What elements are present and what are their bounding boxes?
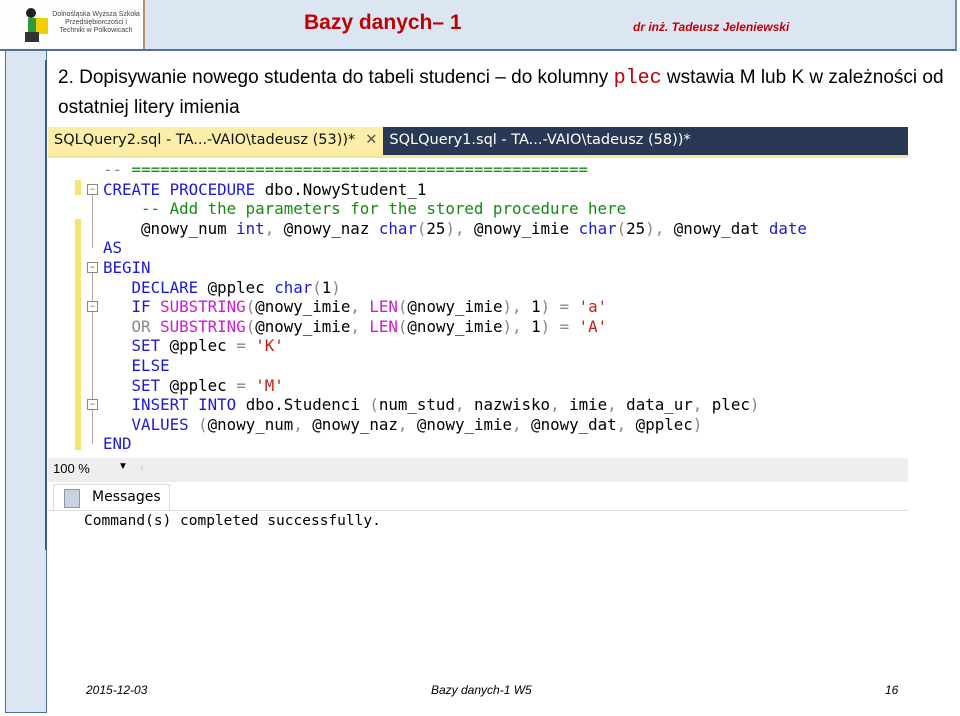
collapse-toggle[interactable]: − [87,301,98,313]
heading-code: plec [613,67,662,90]
tab-sqlquery1[interactable]: SQLQuery1.sql - TA...-VAIO\tadeusz (58))… [383,127,696,155]
left-accent-line [45,60,47,550]
outline-line [92,272,93,445]
close-icon[interactable]: ✕ [365,132,377,148]
page-number: 16 [885,683,899,697]
code-line: @nowy_num int, @nowy_naz char(25), @nowy… [103,218,807,238]
change-marker [75,179,81,196]
zoom-select[interactable]: 100 % [53,461,90,476]
ssms-screenshot: SQLQuery2.sql - TA...-VAIO\tadeusz (53))… [48,127,908,551]
code-line: DECLARE @pplec char(1) [131,277,341,297]
zoom-bar: 100 % ▼ ‹ [48,458,908,482]
code-line: SET @pplec = 'K' [131,336,284,356]
heading-text: 2. Dopisywanie nowego studenta do tabeli… [58,67,614,88]
code-line: OR SUBSTRING(@nowy_imie, LEN(@nowy_imie)… [131,316,608,336]
collapse-toggle[interactable]: − [87,399,98,411]
code-line: ELSE [131,356,170,375]
code-line: AS [103,238,123,258]
code-editor[interactable]: − − − − -- =================================… [48,155,908,461]
chevron-down-icon[interactable]: ▼ [118,461,128,472]
code-line: -- =====================================… [103,160,589,179]
code-line: IF SUBSTRING(@nowy_imie, LEN(@nowy_imie)… [131,297,608,317]
code-line: -- Add the parameters for the stored pro… [103,199,627,219]
code-line: SET @pplec = 'M' [131,375,284,395]
outline-line [92,193,93,249]
code-line: BEGIN [103,258,151,277]
tab-bar: SQLQuery2.sql - TA...-VAIO\tadeusz (53))… [48,127,908,155]
slide-heading: 2. Dopisywanie nowego studenta do tabeli… [58,63,948,122]
code-line: VALUES (@nowy_num, @nowy_naz, @nowy_imie… [131,414,703,434]
tab-messages[interactable]: Messages [53,484,170,511]
slide-title: Bazy danych– 1 [304,11,462,34]
collapse-toggle[interactable]: − [87,262,98,273]
school-logo: Dolnośląska Wyższa Szkoła Przedsiębiorcz… [0,0,145,49]
result-message: Command(s) completed successfully. [84,513,381,529]
logo-text: Dolnośląska Wyższa Szkoła Przedsiębiorcz… [52,11,140,34]
tab-sqlquery2[interactable]: SQLQuery2.sql - TA...-VAIO\tadeusz (53))… [48,127,384,155]
author: dr inż. Tadeusz Jeleniewski [633,20,790,34]
collapse-toggle[interactable]: − [87,183,98,195]
scroll-left-icon[interactable]: ‹ [140,460,144,475]
code-line: CREATE PROCEDURE dbo.NowyStudent_1 [103,179,427,199]
logo-emblem-icon [25,8,48,42]
code-line: INSERT INTO dbo.Studenci (num_stud, nazw… [131,395,760,415]
change-marker [75,218,81,450]
code-line: END [103,434,132,454]
messages-pane: Command(s) completed successfully. [48,510,908,551]
messages-icon [64,489,80,508]
footer-date: 2015-12-03 [86,683,148,697]
tab-label: SQLQuery1.sql - TA...-VAIO\tadeusz (58))… [389,132,691,148]
slide-header: Dolnośląska Wyższa Szkoła Przedsiębiorcz… [0,0,957,51]
left-sidebar-bar [5,51,47,713]
tab-label: SQLQuery2.sql - TA...-VAIO\tadeusz (53))… [54,132,356,148]
footer-title: Bazy danych-1 W5 [431,683,532,697]
messages-label: Messages [92,489,161,505]
